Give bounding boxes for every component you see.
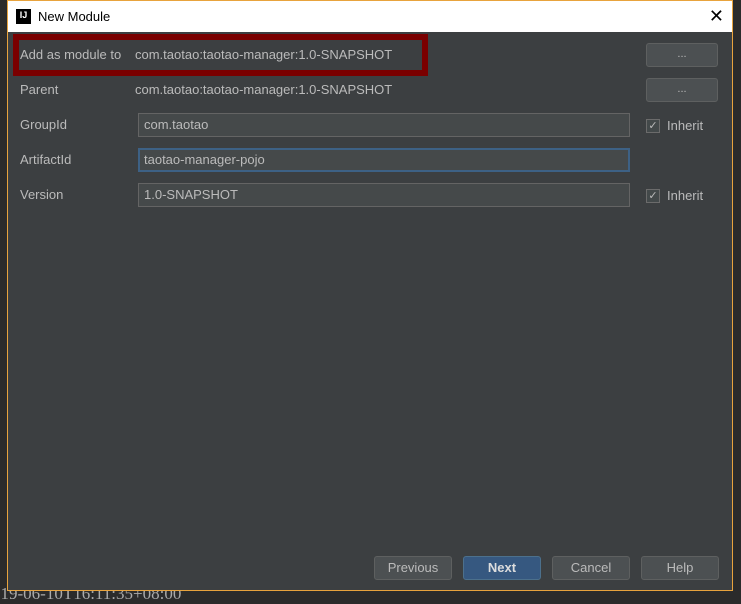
title-bar[interactable]: IJ New Module ✕: [8, 1, 732, 32]
add-as-module-browse-button[interactable]: ...: [646, 43, 718, 67]
version-input[interactable]: 1.0-SNAPSHOT: [138, 183, 630, 207]
dialog-title: New Module: [38, 9, 111, 24]
version-inherit-checkbox[interactable]: ✓ Inherit: [646, 188, 703, 203]
checkmark-icon[interactable]: ✓: [646, 188, 660, 203]
add-as-module-label: Add as module to: [20, 47, 122, 62]
next-button[interactable]: Next: [463, 556, 541, 580]
close-icon[interactable]: ✕: [709, 6, 724, 27]
intellij-logo-icon: IJ: [16, 9, 31, 24]
inherit-label: Inherit: [667, 188, 704, 203]
add-as-module-value: com.taotao:taotao-manager:1.0-SNAPSHOT: [135, 47, 393, 62]
groupid-input[interactable]: com.taotao: [138, 113, 630, 137]
groupid-label: GroupId: [20, 117, 67, 132]
inherit-label: Inherit: [667, 118, 704, 133]
groupid-inherit-checkbox[interactable]: ✓ Inherit: [646, 118, 703, 133]
artifactid-label: ArtifactId: [20, 152, 72, 167]
parent-browse-button[interactable]: ...: [646, 78, 718, 102]
artifactid-input[interactable]: taotao-manager-pojo: [138, 148, 630, 172]
new-module-dialog: IJ New Module ✕ Add as module to com.tao…: [7, 0, 733, 591]
parent-label: Parent: [20, 82, 59, 97]
cancel-button[interactable]: Cancel: [552, 556, 630, 580]
previous-button[interactable]: Previous: [374, 556, 452, 580]
checkmark-icon[interactable]: ✓: [646, 118, 660, 133]
version-label: Version: [20, 187, 64, 202]
parent-value: com.taotao:taotao-manager:1.0-SNAPSHOT: [135, 82, 393, 97]
help-button[interactable]: Help: [641, 556, 719, 580]
